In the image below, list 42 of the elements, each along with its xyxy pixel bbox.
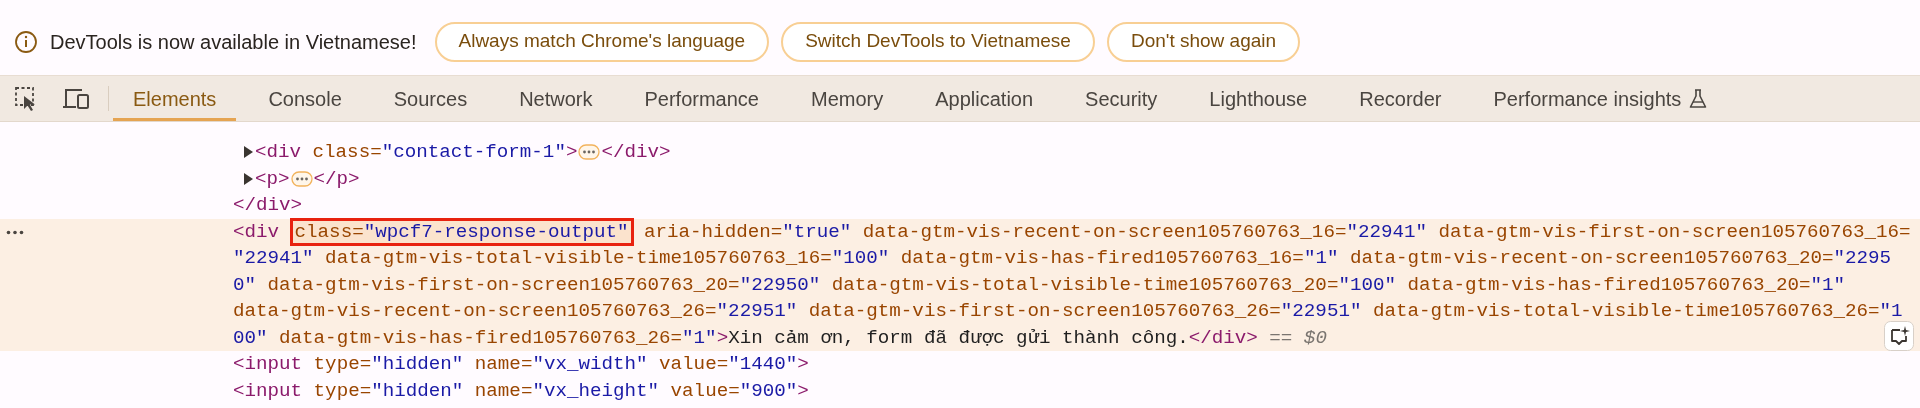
flask-icon bbox=[1689, 88, 1708, 109]
code-text: <div class="wpcf7-response-output" aria-hidden="true" data-gtm-vis-recent-on-screen105760763_16="22941" data-gtm-vis-first-on-screen105760763_16= bbox=[233, 219, 1911, 245]
code-text: <p> bbox=[255, 166, 290, 192]
infobar-button[interactable]: Always match Chrome's language bbox=[434, 21, 770, 62]
panel-tab[interactable]: Elements bbox=[113, 76, 237, 121]
panel-tab[interactable]: Performance bbox=[624, 76, 779, 121]
ellipsis-icon[interactable] bbox=[290, 170, 313, 187]
panel-tab[interactable]: Recorder bbox=[1339, 76, 1462, 121]
panel-tab[interactable]: Application bbox=[915, 76, 1054, 121]
panel-tab[interactable]: Network bbox=[499, 76, 613, 121]
dom-node-row[interactable]: </div> bbox=[0, 192, 1920, 219]
panel-tab[interactable]: Security bbox=[1065, 76, 1178, 121]
code-text: <div class="contact-form-1"> bbox=[255, 140, 578, 165]
triangle-icon[interactable] bbox=[243, 172, 253, 185]
code-text: <input type="hidden" name="vx_height" value="900"> bbox=[233, 378, 809, 404]
dom-node-row[interactable]: <p> </p> bbox=[0, 165, 1920, 192]
code-text: 00" data-gtm-vis-has-fired105760763_26="1">Xin cảm ơn, form đã được gửi thành công.</div> == $0 bbox=[233, 325, 1327, 351]
infobar-message: DevTools is now available in Vietnamese! bbox=[50, 29, 417, 55]
code-text: </div> bbox=[233, 193, 303, 218]
panel-tab[interactable]: Memory bbox=[791, 76, 904, 121]
code-text: </div> bbox=[601, 140, 671, 165]
infobar-button[interactable]: Don't show again bbox=[1106, 21, 1301, 62]
dom-node-row[interactable]: <div class="contact-form-1"> </div> bbox=[0, 139, 1920, 166]
info-icon bbox=[14, 29, 38, 54]
panel-tab[interactable]: Lighthouse bbox=[1189, 76, 1328, 121]
dom-node-row[interactable] bbox=[0, 218, 1920, 351]
triangle-icon[interactable] bbox=[243, 146, 253, 159]
panel-tab[interactable]: Sources bbox=[373, 76, 488, 121]
code-text: <input type="hidden" name="vx_width" value="1440"> bbox=[233, 352, 809, 377]
panel-tab[interactable]: Performance insights bbox=[1473, 76, 1728, 121]
panel-tab[interactable]: Console bbox=[248, 76, 362, 121]
code-text: 0" data-gtm-vis-first-on-screen105760763_20="22950" data-gtm-vis-total-visible-time105760763_20="100" data-gtm-vis-has-fired105760763_20="1" bbox=[233, 272, 1846, 298]
device-toolbar-icon[interactable] bbox=[62, 86, 90, 111]
code-text: "22941" data-gtm-vis-total-visible-time105760763_16="100" data-gtm-vis-has-fired105760763_16="1" data-gtm-vis-recent-on-screen105760763_20="2295 bbox=[233, 246, 1892, 271]
more-options-icon[interactable] bbox=[6, 229, 24, 235]
code-text: </p> bbox=[313, 166, 360, 192]
infobar-button[interactable]: Switch DevTools to Vietnamese bbox=[781, 21, 1095, 62]
dom-node-row[interactable]: <input type="hidden" name="vx_width" value="1440"> bbox=[0, 351, 1920, 378]
ellipsis-icon[interactable] bbox=[578, 144, 601, 161]
chat-sparkle-icon[interactable] bbox=[1884, 321, 1914, 351]
code-text: data-gtm-vis-recent-on-screen105760763_26="22951" data-gtm-vis-first-on-screen105760763_26="22951" data-gtm-vis-total-visible-time105760763_26="1 bbox=[233, 299, 1903, 324]
dom-node-row[interactable]: <input type="hidden" name="vx_height" value="900"> bbox=[0, 377, 1920, 404]
